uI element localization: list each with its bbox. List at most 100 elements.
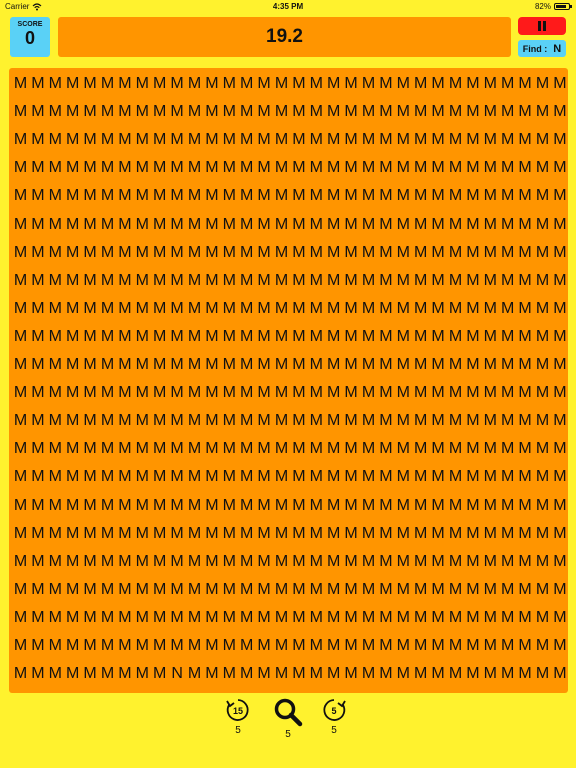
- grid-cell[interactable]: M: [517, 636, 534, 656]
- grid-cell[interactable]: M: [134, 411, 151, 431]
- grid-cell[interactable]: M: [395, 158, 412, 178]
- grid-cell[interactable]: M: [256, 74, 273, 94]
- grid-cell[interactable]: M: [360, 524, 377, 544]
- grid-cell[interactable]: M: [517, 158, 534, 178]
- grid-cell[interactable]: M: [308, 102, 325, 122]
- grid-cell[interactable]: M: [29, 664, 46, 684]
- grid-cell[interactable]: M: [203, 243, 220, 263]
- grid-cell[interactable]: M: [47, 215, 64, 235]
- grid-cell[interactable]: M: [395, 215, 412, 235]
- grid-cell[interactable]: M: [221, 467, 238, 487]
- grid-cell[interactable]: M: [134, 271, 151, 291]
- grid-cell[interactable]: M: [12, 524, 29, 544]
- grid-cell[interactable]: M: [343, 411, 360, 431]
- grid-cell[interactable]: M: [221, 355, 238, 375]
- pause-button[interactable]: [518, 17, 566, 35]
- grid-cell[interactable]: M: [29, 439, 46, 459]
- grid-cell[interactable]: M: [273, 215, 290, 235]
- grid-cell[interactable]: M: [308, 186, 325, 206]
- grid-cell[interactable]: M: [308, 158, 325, 178]
- grid-cell[interactable]: M: [273, 580, 290, 600]
- grid-cell[interactable]: M: [499, 355, 516, 375]
- grid-cell[interactable]: M: [99, 608, 116, 628]
- grid-cell[interactable]: M: [12, 439, 29, 459]
- grid-cell[interactable]: M: [64, 130, 81, 150]
- grid-cell[interactable]: M: [290, 524, 307, 544]
- grid-cell[interactable]: M: [116, 215, 133, 235]
- grid-cell[interactable]: M: [447, 327, 464, 347]
- grid-cell[interactable]: M: [464, 664, 481, 684]
- grid-cell[interactable]: M: [447, 158, 464, 178]
- grid-cell[interactable]: M: [99, 271, 116, 291]
- grid-cell[interactable]: M: [12, 243, 29, 263]
- grid-cell[interactable]: M: [377, 608, 394, 628]
- grid-cell[interactable]: M: [412, 355, 429, 375]
- grid-cell[interactable]: M: [499, 383, 516, 403]
- grid-cell[interactable]: M: [517, 496, 534, 516]
- grid-cell[interactable]: M: [534, 243, 551, 263]
- grid-cell[interactable]: M: [534, 524, 551, 544]
- grid-cell[interactable]: M: [447, 186, 464, 206]
- grid-cell[interactable]: M: [29, 636, 46, 656]
- grid-cell[interactable]: M: [186, 74, 203, 94]
- grid-cell[interactable]: M: [551, 355, 568, 375]
- grid-cell[interactable]: M: [360, 496, 377, 516]
- grid-cell[interactable]: M: [64, 383, 81, 403]
- grid-cell[interactable]: M: [395, 664, 412, 684]
- grid-cell[interactable]: M: [29, 102, 46, 122]
- grid-cell[interactable]: M: [99, 74, 116, 94]
- grid-cell[interactable]: M: [12, 355, 29, 375]
- grid-cell[interactable]: M: [464, 383, 481, 403]
- grid-cell[interactable]: M: [203, 130, 220, 150]
- grid-cell[interactable]: M: [47, 439, 64, 459]
- grid-cell[interactable]: M: [360, 271, 377, 291]
- grid-cell[interactable]: M: [377, 158, 394, 178]
- grid-cell[interactable]: M: [377, 327, 394, 347]
- grid-cell[interactable]: M: [343, 186, 360, 206]
- grid-cell[interactable]: M: [186, 327, 203, 347]
- grid-cell[interactable]: M: [430, 243, 447, 263]
- grid-cell[interactable]: M: [238, 271, 255, 291]
- grid-cell[interactable]: M: [134, 524, 151, 544]
- grid-cell[interactable]: M: [464, 524, 481, 544]
- grid-cell[interactable]: M: [308, 636, 325, 656]
- grid-cell[interactable]: M: [186, 271, 203, 291]
- grid-cell[interactable]: M: [29, 552, 46, 572]
- grid-cell[interactable]: M: [99, 186, 116, 206]
- grid-cell[interactable]: M: [325, 186, 342, 206]
- grid-cell[interactable]: M: [203, 439, 220, 459]
- grid-cell[interactable]: M: [464, 327, 481, 347]
- grid-cell[interactable]: M: [308, 664, 325, 684]
- grid-cell[interactable]: M: [551, 383, 568, 403]
- grid-cell[interactable]: M: [551, 496, 568, 516]
- grid-cell[interactable]: M: [290, 636, 307, 656]
- grid-cell[interactable]: M: [99, 552, 116, 572]
- grid-cell[interactable]: M: [551, 636, 568, 656]
- grid-cell[interactable]: M: [447, 355, 464, 375]
- grid-cell[interactable]: M: [499, 130, 516, 150]
- grid-cell[interactable]: M: [221, 636, 238, 656]
- grid-cell[interactable]: M: [99, 215, 116, 235]
- grid-cell[interactable]: M: [447, 439, 464, 459]
- grid-cell[interactable]: M: [134, 74, 151, 94]
- grid-cell[interactable]: M: [203, 74, 220, 94]
- grid-cell[interactable]: M: [360, 608, 377, 628]
- grid-cell[interactable]: M: [134, 608, 151, 628]
- grid-cell[interactable]: M: [482, 299, 499, 319]
- grid-cell[interactable]: M: [412, 158, 429, 178]
- grid-cell[interactable]: M: [517, 215, 534, 235]
- grid-cell[interactable]: M: [308, 496, 325, 516]
- grid-cell[interactable]: M: [534, 355, 551, 375]
- grid-cell[interactable]: M: [169, 215, 186, 235]
- grid-cell[interactable]: M: [151, 355, 168, 375]
- grid-cell[interactable]: M: [82, 608, 99, 628]
- grid-cell[interactable]: M: [151, 636, 168, 656]
- grid-cell[interactable]: M: [82, 327, 99, 347]
- grid-cell[interactable]: M: [134, 299, 151, 319]
- grid-cell[interactable]: M: [499, 158, 516, 178]
- grid-cell[interactable]: M: [447, 411, 464, 431]
- grid-cell[interactable]: M: [360, 186, 377, 206]
- grid-cell[interactable]: M: [377, 383, 394, 403]
- grid-cell[interactable]: M: [29, 467, 46, 487]
- grid-cell[interactable]: M: [482, 215, 499, 235]
